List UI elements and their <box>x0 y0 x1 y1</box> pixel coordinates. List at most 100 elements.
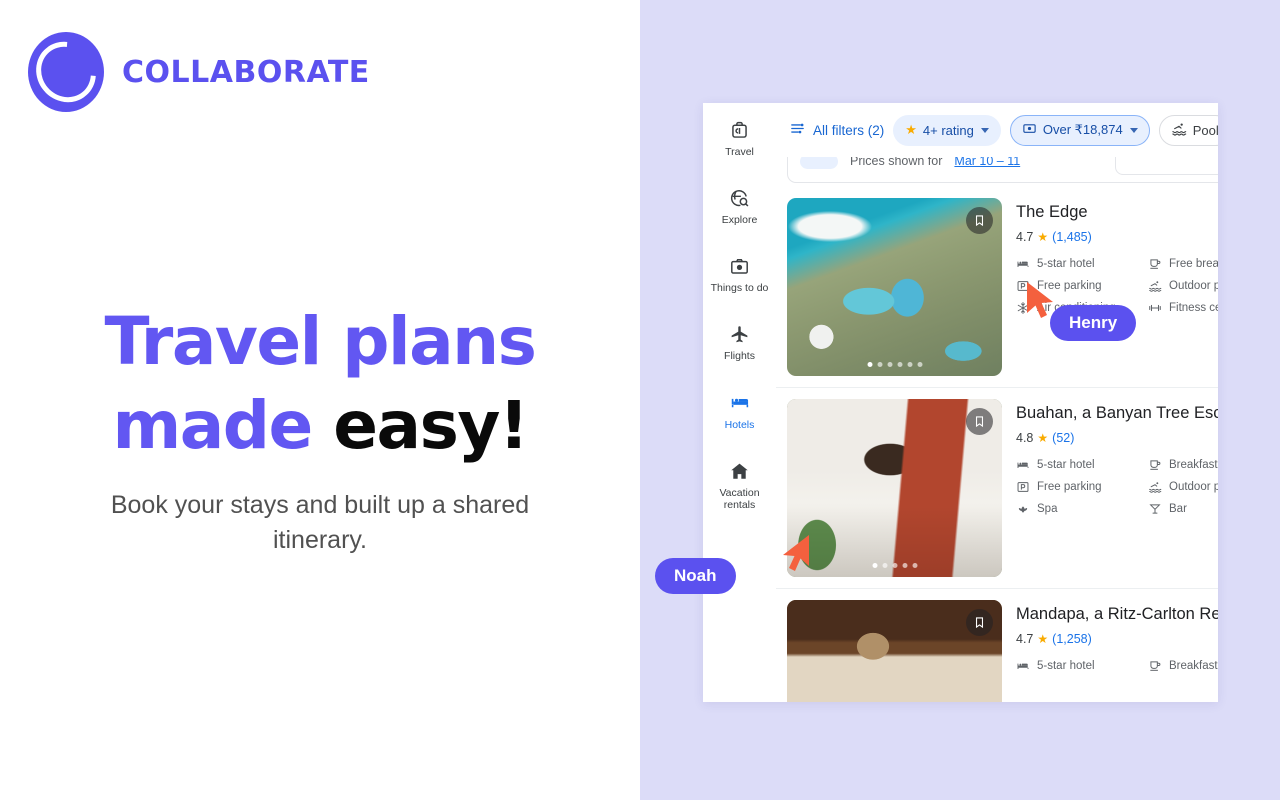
brand-lockup: COLLABORATE <box>23 29 370 115</box>
amenity-item: Free parking <box>1016 480 1142 494</box>
amenity-label: Free breakfast <box>1169 257 1218 270</box>
filter-chip-label: Pool <box>1192 122 1218 138</box>
hero-section: COLLABORATE Travel plans made easy! Book… <box>0 0 640 800</box>
amenity-label: 5-star hotel <box>1037 659 1095 672</box>
amenity-label: Fitness center <box>1169 301 1218 314</box>
chevron-down-icon <box>980 127 989 133</box>
rating-value: 4.8 <box>1016 430 1034 445</box>
pool-icon <box>1149 482 1162 493</box>
sidebar-item-label: Hotels <box>724 419 755 432</box>
sidebar-item-label: Vacation rentals <box>719 487 760 512</box>
hotel-rating: 4.7 ★ (1,485) <box>1016 230 1218 244</box>
bed-icon <box>1017 462 1029 468</box>
amenity-item: Breakfast ($) <box>1148 659 1218 673</box>
amenity-label: 5-star hotel <box>1037 257 1095 270</box>
bookmark-icon[interactable] <box>966 609 993 636</box>
page-title: Travel plans made easy! <box>0 300 640 469</box>
sidebar-item-flights[interactable]: Flights <box>703 315 776 371</box>
amenity-item: Spa <box>1016 502 1142 516</box>
carousel-dots[interactable] <box>867 362 922 367</box>
amenity-label: Free parking <box>1037 480 1102 493</box>
amenity-item: Outdoor pool <box>1148 480 1218 494</box>
explore-globe-icon <box>729 188 750 209</box>
hotel-results-list[interactable]: The Edge 4.7 ★ (1,485) 5-star hotel Free… <box>776 187 1218 702</box>
sidebar-item-label: Things to do <box>710 282 769 295</box>
filter-bar: All filters (2) ★ 4+ rating Over ₹18,874 <box>776 103 1218 157</box>
amenity-item: 5-star hotel <box>1016 659 1142 673</box>
house-icon <box>729 461 750 482</box>
dumbbell-icon <box>1149 304 1161 311</box>
collaborate-circle-logo-icon <box>23 29 109 115</box>
sidebar-item-explore[interactable]: Explore <box>703 179 776 235</box>
filter-chip-price[interactable]: Over ₹18,874 <box>1009 114 1150 146</box>
amenity-label: Outdoor pool <box>1169 480 1218 493</box>
review-count: (1,258) <box>1052 631 1092 646</box>
sidebar-item-vacation-rentals[interactable]: Vacation rentals <box>703 452 776 520</box>
spa-lotus-icon <box>1018 506 1028 513</box>
amenity-item: 5-star hotel <box>1016 257 1142 271</box>
star-icon: ★ <box>905 122 917 137</box>
sidebar-nav: Travel Explore Things to do Flights Hote… <box>703 103 776 702</box>
hotel-result-card[interactable]: Buahan, a Banyan Tree Esca 4.8 ★ (52) 5-… <box>776 388 1218 589</box>
hotel-rating: 4.8 ★ (52) <box>1016 431 1218 445</box>
filter-chip-rating[interactable]: ★ 4+ rating <box>893 114 1001 146</box>
sidebar-item-label: Flights <box>724 350 755 363</box>
amenity-item: Outdoor pool <box>1148 279 1218 293</box>
headline-accent-word: easy! <box>333 387 529 465</box>
all-filters-button[interactable]: All filters (2) <box>789 120 884 140</box>
sidebar-item-label: Travel <box>725 146 754 158</box>
chevron-down-icon <box>1129 127 1138 133</box>
bookmark-icon[interactable] <box>966 408 993 435</box>
coffee-cup-icon <box>1150 661 1161 671</box>
tune-sliders-icon <box>789 120 806 140</box>
pool-icon <box>1149 281 1162 292</box>
results-column: Prices shown for Mar 10 – 11 All filters… <box>776 103 1218 702</box>
amenity-item: Breakfast <box>1148 458 1218 472</box>
review-count: (1,485) <box>1052 229 1092 244</box>
review-count: (52) <box>1052 430 1075 445</box>
carousel-dots[interactable] <box>872 563 917 568</box>
bookmark-icon[interactable] <box>966 207 993 234</box>
sidebar-item-things-to-do[interactable]: Things to do <box>703 247 776 303</box>
app-preview-stage: Travel Explore Things to do Flights Hote… <box>640 0 1280 800</box>
all-filters-label: All filters (2) <box>813 122 885 138</box>
hotel-photo-carousel[interactable] <box>787 600 1002 702</box>
hotel-photo-carousel[interactable] <box>787 198 1002 376</box>
hotel-name: Buahan, a Banyan Tree Esca <box>1016 404 1218 422</box>
camera-icon <box>729 256 750 277</box>
amenity-label: Outdoor pool <box>1169 279 1218 292</box>
hotel-photo-carousel[interactable] <box>787 399 1002 577</box>
hotel-name: The Edge <box>1016 203 1088 221</box>
headline-line-2: made easy! <box>0 384 640 468</box>
price-icon <box>1022 121 1037 139</box>
amenity-list: 5-star hotel Breakfast Free parking Outd… <box>1016 458 1218 516</box>
bed-icon <box>729 392 751 414</box>
hotel-result-card[interactable]: Mandapa, a Ritz-Carlton Re 4.7 ★ (1,258)… <box>776 589 1218 702</box>
sidebar-item-travel[interactable]: Travel <box>703 111 776 167</box>
star-icon: ★ <box>1037 229 1049 244</box>
sidebar-item-hotels[interactable]: Hotels <box>703 383 776 440</box>
brand-name: COLLABORATE <box>122 54 370 90</box>
bed-icon <box>1017 261 1029 267</box>
hotel-card-body: Buahan, a Banyan Tree Esca 4.8 ★ (52) 5-… <box>1016 399 1218 577</box>
collaborator-name-pill: Noah <box>655 558 736 594</box>
hotel-rating: 4.7 ★ (1,258) <box>1016 632 1218 646</box>
star-icon: ★ <box>1037 430 1049 445</box>
filter-chip-label: 4+ rating <box>922 122 974 138</box>
airplane-icon <box>729 324 750 345</box>
suitcase-icon <box>729 120 750 141</box>
amenity-label: Breakfast <box>1169 458 1218 471</box>
amenity-label: Bar <box>1169 502 1187 515</box>
hotel-result-card[interactable]: The Edge 4.7 ★ (1,485) 5-star hotel Free… <box>776 187 1218 388</box>
amenity-item: Bar <box>1148 502 1218 516</box>
hotel-card-body: Mandapa, a Ritz-Carlton Re 4.7 ★ (1,258)… <box>1016 600 1218 702</box>
filter-chip-pool[interactable]: Pool <box>1158 114 1218 146</box>
hotel-name: Mandapa, a Ritz-Carlton Re <box>1016 605 1218 623</box>
coffee-cup-icon <box>1150 259 1161 269</box>
filter-chip-label: Over ₹18,874 <box>1042 122 1123 137</box>
coffee-cup-icon <box>1150 460 1161 470</box>
amenity-label: 5-star hotel <box>1037 458 1095 471</box>
amenity-list: 5-star hotel Breakfast ($) <box>1016 659 1218 673</box>
hotel-search-app-panel: Travel Explore Things to do Flights Hote… <box>703 103 1218 702</box>
cocktail-glass-icon <box>1149 504 1161 514</box>
